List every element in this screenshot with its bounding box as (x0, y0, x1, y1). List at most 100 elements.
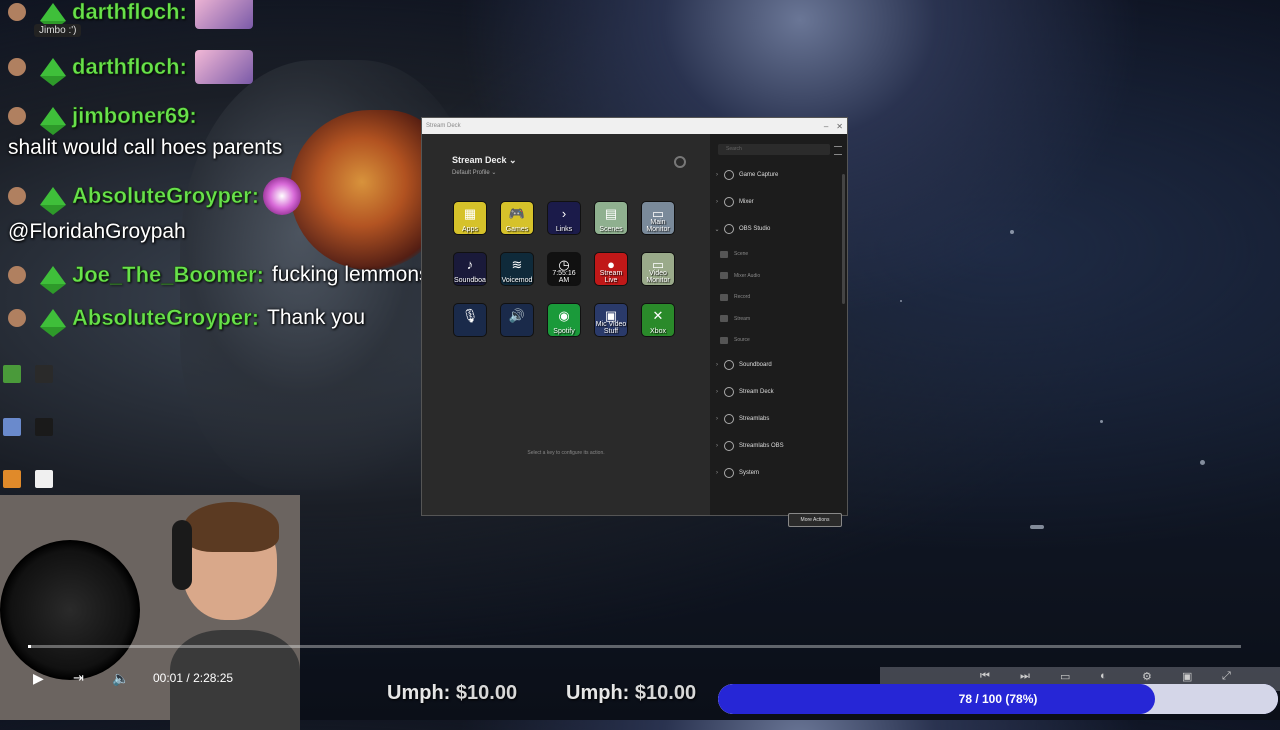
chat-username: darthfloch: (72, 0, 187, 24)
scrollbar[interactable] (842, 174, 845, 304)
deck-key[interactable]: ✕ Xbox (642, 304, 674, 336)
action-category[interactable]: › Mixer (710, 195, 847, 209)
more-actions-button[interactable]: More Actions (788, 513, 842, 527)
chat-message-text: @FloridahGroypah (0, 218, 186, 246)
action-category[interactable]: ⌄ OBS Studio (710, 222, 847, 236)
device-selector[interactable]: Stream Deck ⌄ (452, 155, 517, 166)
chevron-icon: › (716, 199, 718, 205)
key-icon: ▦ (463, 206, 477, 221)
category-icon (724, 468, 734, 478)
skip-icon[interactable]: ⇥ (73, 670, 84, 686)
settings-icon[interactable]: ⚙ (1142, 670, 1158, 684)
chat-username: AbsoluteGroyper: (72, 183, 260, 209)
sub-badge-icon (40, 266, 66, 294)
deck-key[interactable]: ▤ Scenes (595, 202, 627, 234)
action-label: Stream (734, 315, 751, 322)
window-titlebar[interactable]: Stream Deck – ✕ (422, 118, 847, 134)
sub-badge-icon (40, 58, 66, 86)
category-icon (724, 387, 734, 397)
volume-icon[interactable]: 🔈 (112, 670, 129, 687)
deck-key[interactable]: › Links (548, 202, 580, 234)
obs-action[interactable]: Stream (720, 312, 840, 326)
sub-badge-icon (40, 187, 66, 215)
deck-key[interactable]: ▦ Apps (454, 202, 486, 234)
chatter-avatar (8, 3, 26, 21)
anime-emote-icon (194, 50, 253, 84)
obs-action[interactable]: Mixer Audio (720, 269, 840, 283)
next-icon[interactable]: ⏭ (1020, 670, 1036, 684)
deck-key[interactable]: 🔊 (501, 304, 533, 336)
category-label: Soundboard (739, 362, 772, 368)
chevron-icon: › (716, 470, 718, 476)
profile-selector[interactable]: Default Profile ⌄ (452, 169, 496, 176)
obs-action[interactable]: Scene (720, 247, 840, 261)
category-icon (724, 360, 734, 370)
headphones-icon (172, 520, 192, 590)
chevron-icon: › (716, 443, 718, 449)
stream-deck-window: Stream Deck – ✕ Stream Deck ⌄ Default Pr… (422, 118, 847, 527)
play-icon[interactable]: ▶ (33, 670, 44, 687)
action-label: Mixer Audio (734, 272, 761, 279)
category-label: Mixer (739, 199, 754, 205)
key-label: Links (555, 226, 573, 233)
category-label: OBS Studio (739, 226, 771, 232)
key-label: Games (505, 226, 529, 233)
chevron-icon: › (716, 362, 718, 368)
deck-key[interactable]: ● Stream Live (595, 253, 627, 285)
deck-key[interactable]: 🎮 Games (501, 202, 533, 234)
microphone-pop-filter (0, 540, 140, 680)
key-label: Video Monitor (646, 270, 670, 284)
desktop-icon[interactable] (0, 418, 24, 448)
chat-username: jimboner69: (72, 103, 197, 129)
category-icon (724, 441, 734, 451)
action-category[interactable]: › Streamlabs (710, 412, 847, 426)
seek-bar[interactable] (28, 645, 1241, 648)
seek-progress (28, 645, 31, 648)
chevron-icon: ⌄ (714, 226, 720, 233)
donation-ticker-item: Umph: $10.00 (387, 682, 517, 705)
chatter-avatar (8, 187, 26, 205)
key-icon: › (561, 206, 567, 221)
desktop-icon[interactable] (32, 418, 56, 448)
donation-amount: $10.00 (455, 682, 518, 704)
gear-icon[interactable] (674, 156, 686, 168)
prev-icon[interactable]: ⏮ (980, 670, 996, 684)
desktop-icon[interactable] (0, 365, 24, 395)
deck-key[interactable]: ▣ Mic Video Stuff (595, 304, 627, 336)
action-category[interactable]: › Streamlabs OBS (710, 439, 847, 453)
key-label: 7:55:16 AM (552, 270, 576, 284)
deck-key[interactable]: ◉ Spotify (548, 304, 580, 336)
pip-icon[interactable]: ▣ (1182, 670, 1198, 684)
action-category[interactable]: › System (710, 466, 847, 480)
theater-icon[interactable]: ◐ (1100, 670, 1116, 684)
wallpaper-streak (1030, 525, 1044, 529)
key-label: Spotify (553, 328, 575, 335)
deck-key[interactable]: ≋ Voicemod (501, 253, 533, 285)
minimize-icon[interactable]: – (824, 122, 828, 131)
chapters-icon[interactable]: ▭ (1060, 670, 1076, 684)
deck-key[interactable]: ◷ 7:55:16 AM (548, 253, 580, 285)
action-search-input[interactable]: Search (718, 144, 830, 155)
list-view-icon[interactable] (834, 146, 842, 155)
close-icon[interactable]: ✕ (836, 122, 843, 131)
chat-text: @FloridahGroypah (8, 220, 186, 243)
fullscreen-icon[interactable]: ⤢ (1222, 670, 1238, 684)
obs-action[interactable]: Source (720, 333, 840, 347)
deck-key[interactable]: ▭ Main Monitor (642, 202, 674, 234)
chevron-icon: › (716, 389, 718, 395)
deck-key[interactable]: 🎙 (454, 304, 486, 336)
category-icon (724, 197, 734, 207)
action-category[interactable]: › Soundboard (710, 358, 847, 372)
deck-key[interactable]: ▭ Video Monitor (642, 253, 674, 285)
category-icon (724, 224, 734, 234)
action-category[interactable]: › Game Capture (710, 168, 847, 182)
obs-action[interactable]: Record (720, 290, 840, 304)
action-category[interactable]: › Stream Deck (710, 385, 847, 399)
chevron-icon: › (716, 416, 718, 422)
deck-key[interactable]: ♪ Soundboard (454, 253, 486, 285)
key-icon: ♪ (466, 257, 474, 272)
chatter-avatar (8, 58, 26, 76)
chat-username: AbsoluteGroyper: (72, 305, 260, 331)
key-label: Apps (462, 226, 478, 233)
desktop-icon[interactable] (32, 365, 56, 395)
